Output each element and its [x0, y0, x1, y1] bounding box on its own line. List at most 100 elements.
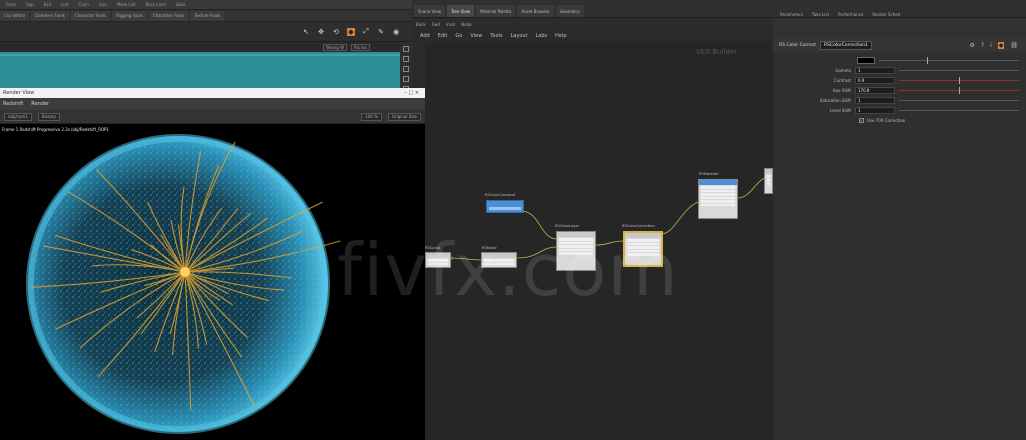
node-name-field[interactable]: RSColorCorrection1	[820, 40, 872, 50]
viewport-button[interactable]: Ris loc	[350, 43, 370, 51]
node-editor-menu-item[interactable]: Layout	[511, 33, 528, 39]
shelf-tab[interactable]: Dahdeen Fools	[31, 10, 69, 21]
node-editor-menu-item[interactable]: Edit	[438, 33, 448, 39]
shelf-tab[interactable]: Texture Fools	[190, 10, 225, 21]
use-709-checkbox[interactable]: ✓	[859, 117, 864, 123]
node-port	[701, 189, 735, 192]
pin-icon[interactable]: ◆	[997, 41, 1005, 49]
node-redshift-vopnet[interactable]	[764, 168, 773, 194]
viewport-button[interactable]: Wrong W	[322, 43, 347, 51]
display-option-icon[interactable]	[403, 76, 409, 82]
size-select[interactable]: Original Size	[387, 112, 421, 121]
node-rscolorconstant[interactable]	[486, 200, 524, 213]
node-port	[701, 186, 735, 189]
node-editor-menu-item[interactable]: Help	[555, 33, 566, 39]
display-option-icon[interactable]	[403, 66, 409, 72]
node-port	[489, 207, 521, 210]
gamma-slider[interactable]	[899, 69, 1019, 71]
back-button[interactable]: Back	[416, 22, 426, 27]
render-window-titlebar[interactable]: Render View – □ ×	[0, 88, 425, 98]
menu-item-render[interactable]: Render	[31, 101, 49, 107]
move-tool-icon[interactable]: ✥	[317, 28, 325, 36]
menubar-item[interactable]: Lbox	[176, 2, 185, 7]
slider-handle[interactable]	[959, 76, 960, 84]
hue-shift-slider[interactable]	[899, 86, 1019, 94]
parameter-tab[interactable]: Take List	[809, 12, 832, 17]
camera-select[interactable]: /obj/cam1	[4, 112, 32, 121]
window-controls[interactable]: – □ ×	[404, 90, 419, 96]
node-editor-tab[interactable]: Tree View	[446, 5, 475, 17]
param-label: Hue Shift	[832, 87, 851, 93]
menubar-item[interactable]: Exit	[44, 2, 52, 7]
shelf-tab[interactable]: Character Fools	[70, 10, 111, 21]
node-editor-menu-item[interactable]: Tools	[490, 33, 502, 39]
saturation-field[interactable]: 1	[855, 96, 895, 104]
node-button[interactable]: Node	[461, 22, 471, 27]
select-tool-icon[interactable]: ↖	[302, 28, 310, 36]
node-rsmaterial[interactable]	[698, 179, 738, 219]
node-editor-menu-item[interactable]: Add	[420, 33, 430, 39]
node-label: RSColorConstant	[485, 193, 516, 197]
slider-track[interactable]	[879, 56, 1019, 64]
node-editor-menu-item[interactable]: Go	[455, 33, 462, 39]
level-slider[interactable]	[899, 109, 1019, 111]
contrast-field[interactable]: 0.9	[855, 76, 895, 84]
menubar-item[interactable]: Lisa	[99, 2, 107, 7]
render-status: Frame 1 Redshift Progressive 2.3s /obj/R…	[0, 124, 425, 134]
param-label: Contrast	[833, 77, 851, 83]
display-option-icon[interactable]	[403, 56, 409, 62]
menubar-item[interactable]: Mesa Lixt	[117, 2, 136, 7]
node-port	[701, 193, 735, 196]
node-editor-menu-item[interactable]: Labs	[536, 33, 548, 39]
zoom-select[interactable]: 100 %	[361, 112, 382, 121]
slider-handle[interactable]	[959, 86, 960, 94]
aov-select[interactable]: Beauty	[37, 112, 61, 121]
hue-shift-field[interactable]: 170.8	[855, 86, 895, 94]
parameter-tab[interactable]: Parameters	[777, 12, 806, 17]
path-field[interactable]: /mat	[446, 22, 455, 27]
node-editor-tabs: Scene View Tree View Material Palette Asset…	[412, 0, 772, 18]
pose-tool-icon[interactable]: ✎	[377, 28, 385, 36]
help-icon[interactable]: ?	[981, 42, 984, 49]
rotate-tool-icon[interactable]: ⟲	[332, 28, 340, 36]
link-icon[interactable]: ⛓	[1010, 42, 1018, 49]
param-row-swatch	[779, 56, 1019, 64]
node-editor-tab[interactable]: Geometry	[555, 5, 584, 17]
gamma-field[interactable]: 1	[855, 66, 895, 74]
menubar-item[interactable]: Sop	[26, 2, 34, 7]
handle-tool-icon[interactable]: ◆	[347, 27, 355, 36]
saturation-slider[interactable]	[899, 99, 1019, 101]
menubar-item[interactable]: Conn	[79, 2, 89, 7]
parameter-header-icons: ⚙ ? i ◆ ⛓	[970, 41, 1026, 49]
menu-item-redshift[interactable]: Redshift	[3, 101, 23, 107]
node-editor-tab[interactable]: Material Palette	[476, 5, 516, 17]
color-swatch[interactable]	[857, 56, 875, 64]
menubar-item[interactable]: Bliss Land	[146, 2, 166, 7]
param-row-saturation: Saturation Shift 1	[779, 96, 1019, 104]
shelf-tab[interactable]: Character Fools	[148, 10, 189, 21]
info-icon[interactable]: i	[990, 42, 992, 49]
shelf-tab[interactable]: Rigging Fools	[112, 10, 147, 21]
render-toolbar: /obj/cam1 Beauty 100 % Original Size	[0, 110, 425, 124]
node-editor-menu-item[interactable]: View	[470, 33, 482, 39]
menubar-item[interactable]: Lnd	[61, 2, 68, 7]
gear-icon[interactable]: ⚙	[970, 42, 975, 49]
level-field[interactable]: 1	[855, 106, 895, 114]
menubar-item[interactable]: Form	[6, 2, 16, 7]
viewport-side-icons	[400, 42, 412, 92]
forward-button[interactable]: Fwd	[432, 22, 440, 27]
contrast-slider[interactable]	[899, 76, 1019, 84]
shelf-tab[interactable]: Crp deforn	[0, 10, 30, 21]
node-editor-tab[interactable]: Asset Browser	[517, 5, 554, 17]
parameter-tab[interactable]: Render Sched	[869, 12, 903, 17]
slider-handle[interactable]	[927, 56, 928, 64]
scale-tool-icon[interactable]: ⤢	[362, 27, 370, 36]
viewport-tool-row: ↖ ✥ ⟲ ◆ ⤢ ✎ ◉	[0, 22, 420, 42]
param-label: Saturation Shift	[819, 97, 851, 103]
display-option-icon[interactable]	[403, 46, 409, 52]
camera-tool-icon[interactable]: ◉	[392, 28, 400, 36]
node-editor-tab[interactable]: Scene View	[414, 5, 445, 17]
node-header	[699, 180, 737, 185]
checkbox-label: Use 709 Correction	[867, 117, 906, 123]
parameter-tab[interactable]: Performance	[835, 12, 866, 17]
